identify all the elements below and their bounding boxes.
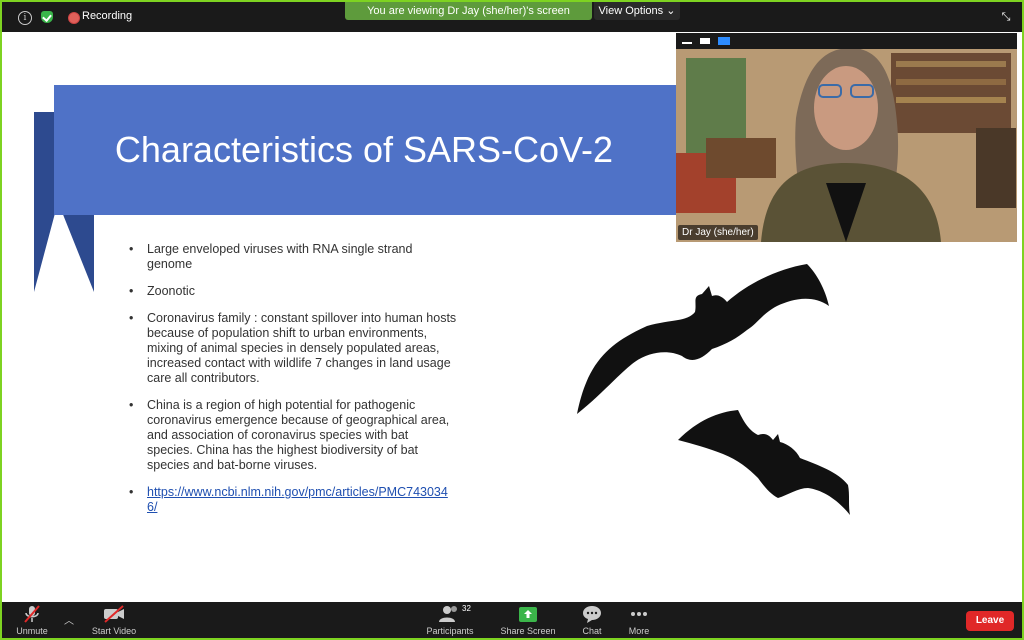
- participant-video-tile[interactable]: Dr Jay (she/her): [676, 33, 1017, 242]
- meeting-top-bar: i Recording You are viewing Dr Jay (she/…: [2, 2, 1022, 32]
- bullet-item: https://www.ncbi.nlm.nih.gov/pmc/article…: [127, 485, 457, 515]
- viewing-screen-banner: You are viewing Dr Jay (she/her)'s scree…: [345, 2, 592, 20]
- leave-meeting-button[interactable]: Leave: [966, 611, 1014, 631]
- participant-name-label: Dr Jay (she/her): [678, 225, 758, 240]
- bullet-item: China is a region of high potential for …: [127, 398, 457, 473]
- restore-icon[interactable]: [700, 38, 710, 44]
- participants-label: Participants: [426, 626, 474, 636]
- bullet-list: Large enveloped viruses with RNA single …: [127, 242, 457, 527]
- bullet-item: Coronavirus family : constant spillover …: [127, 311, 457, 386]
- reference-link[interactable]: https://www.ncbi.nlm.nih.gov/pmc/article…: [147, 485, 448, 514]
- audio-options-chevron-icon[interactable]: ︿: [64, 612, 74, 627]
- more-label: More: [628, 626, 650, 636]
- start-video-button[interactable]: Start Video: [74, 604, 154, 636]
- minimize-icon[interactable]: [682, 42, 692, 44]
- share-screen-icon: [519, 607, 537, 622]
- chevron-down-icon: ⌄: [666, 5, 676, 17]
- participants-button[interactable]: 32 Participants: [410, 604, 490, 636]
- start-video-label: Start Video: [91, 626, 137, 636]
- unmute-label: Unmute: [16, 626, 48, 636]
- view-options-label: View Options: [598, 5, 664, 17]
- recording-dot-icon: [68, 12, 80, 24]
- bat-silhouette-small: [678, 410, 850, 515]
- unmute-button[interactable]: Unmute: [0, 604, 72, 636]
- more-button[interactable]: More: [599, 604, 679, 636]
- security-shield-icon[interactable]: [41, 11, 53, 23]
- bat-silhouette-large: [577, 264, 829, 414]
- participants-count-badge: 32: [462, 604, 471, 613]
- viewing-banner-text: You are viewing Dr Jay (she/her)'s scree…: [367, 5, 570, 17]
- participant-video-frame: [676, 33, 1017, 242]
- more-dots-icon: [631, 612, 647, 616]
- gallery-view-icon[interactable]: [718, 37, 730, 45]
- bullet-item: Large enveloped viruses with RNA single …: [127, 242, 457, 272]
- info-icon[interactable]: i: [18, 11, 32, 25]
- slide-title: Characteristics of SARS-CoV-2: [114, 129, 614, 170]
- video-tile-toolbar: [676, 33, 1017, 49]
- recording-label: Recording: [82, 10, 133, 22]
- view-options-button[interactable]: View Options ⌄: [594, 2, 680, 20]
- meeting-controls-bar: Unmute ︿ Start Video 32 Participants Sha…: [2, 602, 1022, 638]
- camera-off-icon: [104, 605, 124, 623]
- microphone-muted-icon: [24, 605, 40, 623]
- fullscreen-icon[interactable]: ⤡: [1000, 11, 1012, 23]
- participants-icon: [439, 606, 457, 622]
- bullet-item: Zoonotic: [127, 284, 457, 299]
